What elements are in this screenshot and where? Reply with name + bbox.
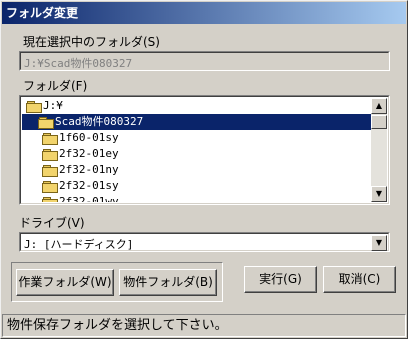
cancel-button[interactable]: 取消(C): [323, 266, 396, 293]
folder-list-area: J:¥ Scad物件080327 1f60-01sy 2f32-01ey 2f32-01…: [22, 98, 373, 202]
folder-list-item-label: Scad物件080327: [55, 115, 144, 128]
open-folder-icon: [38, 117, 54, 129]
folder-icon: [42, 149, 58, 161]
folder-list-item[interactable]: 1f60-01sy: [22, 130, 373, 146]
folder-list-item[interactable]: 2f32-01sy: [22, 178, 373, 194]
folder-list-item[interactable]: 2f32-01ey: [22, 146, 373, 162]
folder-icon: [42, 133, 58, 145]
folder-list-item[interactable]: 2f32-01wy: [22, 194, 373, 202]
folder-list-item-label: 1f60-01sy: [59, 131, 119, 144]
scroll-thumb[interactable]: [371, 115, 387, 129]
dropdown-arrow-icon[interactable]: ▼: [371, 235, 387, 251]
drive-label: ドライブ(V): [19, 216, 85, 230]
current-folder-label: 現在選択中のフォルダ(S): [23, 35, 160, 49]
folder-list-item[interactable]: Scad物件080327: [22, 114, 373, 130]
folder-list-item-label: 2f32-01ny: [59, 163, 119, 176]
folder-list-label: フォルダ(F): [23, 79, 88, 93]
folder-listbox[interactable]: J:¥ Scad物件080327 1f60-01sy 2f32-01ey 2f32-01…: [19, 95, 390, 205]
title-bar[interactable]: フォルダ変更: [2, 2, 406, 24]
scroll-up-button[interactable]: ▲: [371, 98, 387, 114]
folder-list-item-label: 2f32-01ey: [59, 147, 119, 160]
scroll-down-button[interactable]: ▼: [371, 186, 387, 202]
property-folder-button[interactable]: 物件フォルダ(B): [119, 269, 217, 296]
current-folder-value: J:¥Scad物件080327: [24, 57, 133, 70]
folder-icon: [42, 165, 58, 177]
folder-list-item-label: 2f32-01wy: [59, 195, 119, 202]
drive-select[interactable]: J: [ハードディスク] ▼: [19, 232, 390, 252]
folder-list-item-label: 2f32-01sy: [59, 179, 119, 192]
folder-list-item[interactable]: 2f32-01ny: [22, 162, 373, 178]
current-folder-field[interactable]: J:¥Scad物件080327: [19, 51, 390, 71]
work-folder-button[interactable]: 作業フォルダ(W): [16, 269, 114, 296]
folder-icon: [42, 197, 58, 202]
folder-icon: [42, 181, 58, 193]
folder-list-item-label: J:¥: [43, 99, 63, 112]
execute-button[interactable]: 実行(G): [244, 266, 317, 293]
folder-change-dialog: フォルダ変更 現在選択中のフォルダ(S) J:¥Scad物件080327 フォル…: [0, 0, 408, 339]
status-bar: 物件保存フォルダを選択して下さい。: [2, 314, 406, 337]
folder-list-scrollbar[interactable]: ▲ ▼: [371, 98, 387, 202]
open-folder-icon: [26, 101, 42, 113]
drive-select-value: J: [ハードディスク]: [24, 238, 134, 251]
folder-list-item[interactable]: J:¥: [22, 98, 373, 114]
